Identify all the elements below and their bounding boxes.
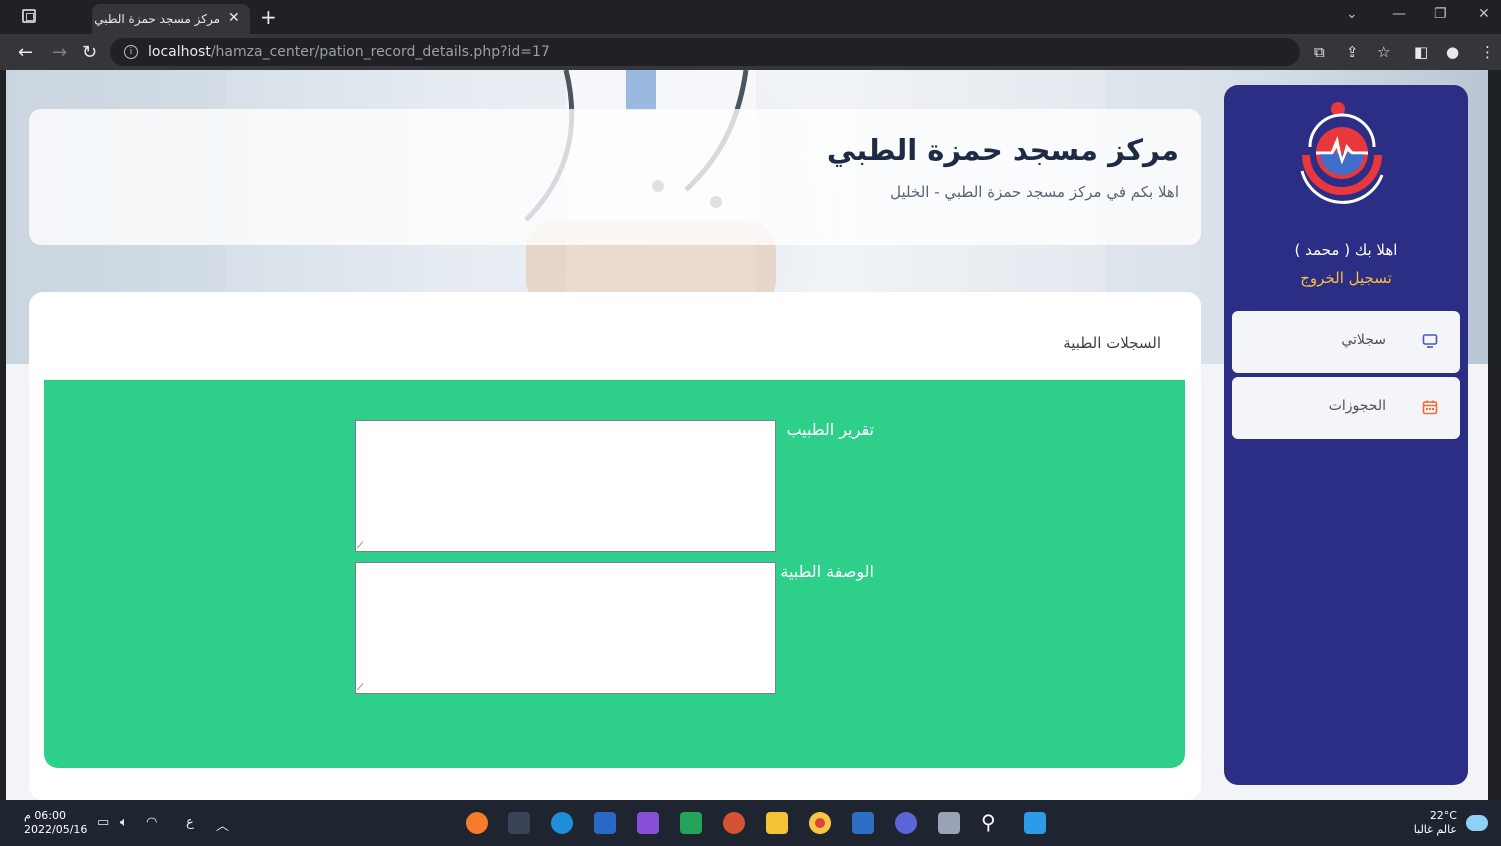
qc-app-icon[interactable] [680,812,702,834]
clock-time: 06:00 م [24,809,67,822]
resize-grip-icon[interactable]: ⟋ [357,542,363,551]
weather-text: عالم غالبا [1413,823,1457,836]
section-title: السجلات الطبية [1063,334,1161,352]
prescription-textarea[interactable]: ⟋ [355,562,776,694]
browser-tab[interactable]: ✕ مركز مسجد حمزة الطبي [92,4,250,34]
weather-cloud-icon [1466,815,1488,831]
wifi-icon[interactable]: ◠ [146,815,157,830]
weather-widget[interactable]: 22°C عالم غالبا [1414,809,1457,837]
address-bar[interactable]: i localhost/hamza_center/pation_record_d… [110,38,1300,66]
browser-tab-bar: ✕ مركز مسجد حمزة الطبي + ⌄ — ❐ ✕ [0,0,1501,34]
sidebar: اهلا بك ( محمد ) تسجيل الخروج سجلاتي الح… [1224,85,1468,785]
input-language[interactable]: ع [186,815,194,830]
task-view-icon[interactable] [938,812,960,834]
chat-app-icon[interactable] [895,812,917,834]
sidebar-item-my-records[interactable]: سجلاتي [1232,311,1460,373]
volume-icon[interactable]: 🔈︎ [120,815,128,830]
tab-search-icon[interactable] [18,6,40,26]
web-page: مركز مسجد حمزة الطبي اهلا بكم في مركز مس… [6,70,1488,800]
site-title: مركز مسجد حمزة الطبي [826,133,1179,167]
menu-kebab-icon[interactable]: ⋮ [1480,43,1495,61]
browser-toolbar: ← → ↻ i localhost/hamza_center/pation_re… [0,34,1501,70]
store-app-icon[interactable] [852,812,874,834]
search-icon[interactable]: ⚲ [981,812,1003,834]
medical-center-logo [1300,102,1384,204]
new-tab-button[interactable]: + [260,5,277,29]
sidebar-item-bookings[interactable]: الحجوزات [1232,377,1460,439]
header-card: مركز مسجد حمزة الطبي اهلا بكم في مركز مس… [29,109,1201,245]
minimize-icon[interactable]: — [1392,6,1406,22]
app-cluster-icon[interactable] [508,812,530,834]
calendar-icon [1422,400,1438,415]
start-windows-icon[interactable] [1024,812,1046,834]
clock-date: 2022/05/16 [24,823,88,836]
section-header: السجلات الطبية [44,308,1185,380]
firefox-app-icon[interactable] [466,812,488,834]
sidebar-item-label: الحجوزات [1328,398,1386,414]
powerpoint-app-icon[interactable] [723,812,745,834]
url-path: /hamza_center/pation_record_details.php?… [210,44,550,60]
tab-close-icon[interactable]: ✕ [228,10,240,26]
monitor-icon [1422,334,1438,348]
doctor-report-textarea[interactable]: ⟋ [355,420,776,552]
resize-grip-icon[interactable]: ⟋ [357,684,363,693]
translate-icon[interactable]: ⧉ [1314,43,1325,61]
battery-icon[interactable]: ▭ [97,815,109,830]
back-icon[interactable]: ← [18,42,33,63]
tray-overflow-chevron-icon[interactable]: ︿ [216,815,229,834]
visual-studio-app-icon[interactable] [637,812,659,834]
restore-icon[interactable]: ❐ [1434,6,1447,22]
doctor-report-label: تقرير الطبيب [786,420,874,439]
chrome-app-icon[interactable] [809,812,831,834]
edge-app-icon[interactable] [551,812,573,834]
share-icon[interactable]: ⇪ [1346,43,1359,61]
logout-link[interactable]: تسجيل الخروج [1224,269,1468,287]
side-panel-icon[interactable]: ◧ [1414,43,1428,61]
tab-title: مركز مسجد حمزة الطبي [94,12,220,26]
prescription-label: الوصفة الطبية [780,562,874,581]
file-explorer-app-icon[interactable] [766,812,788,834]
main-card: السجلات الطبية تقرير الطبيب ⟋ الوصفة الط… [29,292,1201,800]
url-host: localhost [148,44,211,60]
close-window-icon[interactable]: ✕ [1478,6,1490,22]
weather-temp: 22°C [1429,809,1457,822]
reload-icon[interactable]: ↻ [82,42,97,63]
sidebar-item-label: سجلاتي [1341,332,1386,348]
bookmark-star-icon[interactable]: ☆ [1377,43,1390,61]
welcome-user-text: اهلا بك ( محمد ) [1294,241,1398,259]
forward-icon[interactable]: → [52,42,67,63]
profile-icon[interactable]: ● [1446,43,1459,61]
site-info-icon[interactable]: i [124,45,138,59]
site-subtitle: اهلا بكم في مركز مسجد حمزة الطبي - الخلي… [890,183,1179,201]
windows-taskbar: 06:00 م 2022/05/16 ▭ 🔈︎ ◠ ع ︿ ⚲ 22°C عال… [0,800,1501,846]
word-app-icon[interactable] [594,812,616,834]
taskbar-clock[interactable]: 06:00 م 2022/05/16 [24,809,87,837]
tab-list-chevron-icon[interactable]: ⌄ [1346,6,1358,22]
medical-record-panel: تقرير الطبيب ⟋ الوصفة الطبية ⟋ [44,380,1185,768]
